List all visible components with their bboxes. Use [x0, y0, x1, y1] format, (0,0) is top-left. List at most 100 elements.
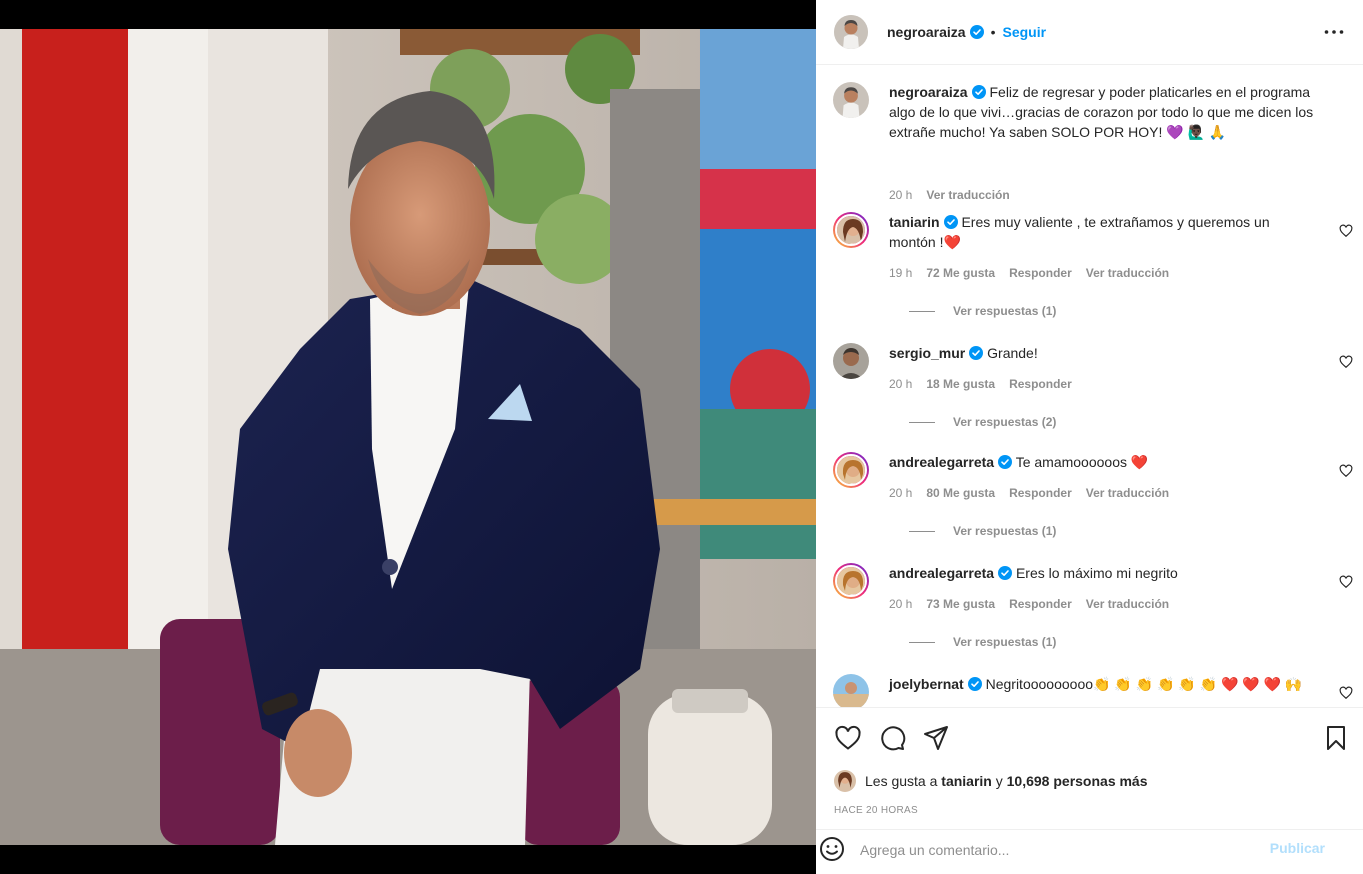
view-replies-label: Ver respuestas (1) — [953, 304, 1057, 318]
post-photo-illustration — [0, 29, 816, 845]
comment-time: 19 h — [889, 266, 913, 280]
comment-item: taniarin Eres muy valiente , te extrañam… — [833, 212, 1353, 322]
like-comment-icon[interactable] — [1339, 464, 1353, 478]
likes-summary[interactable]: Les gusta a taniarin y 10,698 personas m… — [834, 770, 1148, 792]
comment-avatar[interactable] — [833, 674, 869, 707]
comment-text-block: taniarin Eres muy valiente , te extrañam… — [889, 212, 1319, 252]
comments-list[interactable]: negroaraiza Feliz de regresar y poder pl… — [816, 66, 1363, 707]
follow-button[interactable]: Seguir — [1003, 24, 1047, 40]
replies-divider — [909, 310, 935, 312]
separator-dot: • — [990, 24, 996, 40]
verified-badge-icon — [969, 346, 984, 360]
replies-divider — [909, 641, 935, 643]
comment-username[interactable]: taniarin — [889, 214, 940, 230]
caption-username[interactable]: negroaraiza — [889, 84, 968, 100]
view-replies-button[interactable]: Ver respuestas (1) — [909, 635, 1056, 649]
post-side-panel: negroaraiza • Seguir negroaraiza Feliz d… — [816, 0, 1363, 874]
caption-item: negroaraiza Feliz de regresar y poder pl… — [833, 82, 1353, 202]
verified-badge-icon — [967, 677, 982, 691]
likes-others[interactable]: 10,698 personas más — [1007, 773, 1148, 789]
post-timestamp: HACE 20 HORAS — [834, 805, 918, 816]
view-replies-button[interactable]: Ver respuestas (1) — [909, 304, 1056, 318]
comment-avatar[interactable] — [833, 343, 869, 379]
caption-avatar[interactable] — [833, 82, 869, 118]
comment-username[interactable]: andrealegarreta — [889, 565, 994, 581]
comment-translate-link[interactable]: Ver traducción — [1086, 597, 1169, 611]
reply-button[interactable]: Responder — [1009, 377, 1072, 391]
comment-text: Grande! — [987, 345, 1038, 361]
comment-likes[interactable]: 18 Me gusta — [926, 377, 995, 391]
comment-translate-link[interactable]: Ver traducción — [1086, 486, 1169, 500]
reply-button[interactable]: Responder — [1009, 266, 1072, 280]
comment-avatar[interactable] — [833, 452, 869, 488]
caption-translate-link[interactable]: Ver traducción — [926, 188, 1009, 202]
replies-divider — [909, 421, 935, 423]
comment-avatar[interactable] — [833, 563, 869, 599]
comment-bubble-icon[interactable] — [878, 724, 906, 752]
comment-text-block: andrealegarreta Eres lo máximo mi negrit… — [889, 563, 1319, 583]
verified-badge-icon — [969, 25, 984, 39]
view-replies-button[interactable]: Ver respuestas (1) — [909, 524, 1056, 538]
comment-composer: Publicar — [816, 829, 1363, 874]
view-replies-label: Ver respuestas (1) — [953, 635, 1057, 649]
save-bookmark-icon[interactable] — [1322, 724, 1350, 752]
comment-item: sergio_mur Grande! 20 h 18 Me gusta Resp… — [833, 343, 1353, 453]
caption-text-block: negroaraiza Feliz de regresar y poder pl… — [889, 82, 1329, 142]
comment-likes[interactable]: 73 Me gusta — [926, 597, 995, 611]
comment-text: Eres lo máximo mi negrito — [1015, 565, 1178, 581]
like-heart-icon[interactable] — [834, 724, 862, 752]
view-replies-label: Ver respuestas (1) — [953, 524, 1057, 538]
comment-text: Te amamoooooos ❤️ — [1015, 454, 1149, 470]
replies-divider — [909, 530, 935, 532]
more-options-icon[interactable] — [1323, 22, 1345, 42]
like-comment-icon[interactable] — [1339, 686, 1353, 700]
comment-avatar[interactable] — [833, 212, 869, 248]
author-avatar[interactable] — [834, 15, 868, 49]
like-comment-icon[interactable] — [1339, 575, 1353, 589]
comment-input[interactable] — [860, 839, 1250, 861]
post-photo[interactable] — [0, 29, 816, 845]
comment-time: 20 h — [889, 377, 913, 391]
instagram-post-modal: negroaraiza • Seguir negroaraiza Feliz d… — [0, 0, 1363, 874]
comment-translate-link[interactable]: Ver traducción — [1086, 266, 1169, 280]
post-header: negroaraiza • Seguir — [816, 0, 1363, 65]
verified-badge-icon — [998, 455, 1013, 469]
comment-likes[interactable]: 72 Me gusta — [926, 266, 995, 280]
comment-text-block: sergio_mur Grande! — [889, 343, 1319, 363]
like-comment-icon[interactable] — [1339, 355, 1353, 369]
likes-prefix: Les gusta a — [865, 773, 938, 789]
author-username[interactable]: negroaraiza — [887, 24, 966, 40]
comment-username[interactable]: andrealegarreta — [889, 454, 994, 470]
post-actions-section: Les gusta a taniarin y 10,698 personas m… — [816, 707, 1363, 829]
comment-meta: 20 h 18 Me gusta Responder — [889, 377, 1086, 391]
reply-button[interactable]: Responder — [1009, 597, 1072, 611]
caption-time: 20 h — [889, 188, 913, 202]
share-send-icon[interactable] — [922, 724, 950, 752]
comment-username[interactable]: sergio_mur — [889, 345, 965, 361]
likes-and: y — [995, 773, 1003, 789]
comment-item: andrealegarreta Eres lo máximo mi negrit… — [833, 563, 1353, 673]
comment-likes[interactable]: 80 Me gusta — [926, 486, 995, 500]
comment-meta: 20 h 73 Me gusta Responder Ver traducció… — [889, 597, 1183, 611]
caption-meta: 20 h Ver traducción — [889, 188, 1024, 202]
comment-item: andrealegarreta Te amamoooooos ❤️ 20 h 8… — [833, 452, 1353, 562]
verified-badge-icon — [998, 566, 1013, 580]
post-media — [0, 0, 816, 874]
action-bar — [834, 724, 1345, 752]
comment-meta: 19 h 72 Me gusta Responder Ver traducció… — [889, 266, 1183, 280]
reply-button[interactable]: Responder — [1009, 486, 1072, 500]
comment-text: Negritooooooooo👏 👏 👏 👏 👏 👏 ❤️ ❤️ ❤️ 🙌 — [985, 676, 1303, 692]
comment-time: 20 h — [889, 597, 913, 611]
view-replies-button[interactable]: Ver respuestas (2) — [909, 415, 1056, 429]
likes-user[interactable]: taniarin — [941, 773, 992, 789]
emoji-smiley-icon[interactable] — [818, 835, 846, 863]
comment-item: joelybernat Negritooooooooo👏 👏 👏 👏 👏 👏 ❤… — [833, 674, 1353, 707]
comment-text-block: joelybernat Negritooooooooo👏 👏 👏 👏 👏 👏 ❤… — [889, 674, 1329, 694]
like-comment-icon[interactable] — [1339, 224, 1353, 238]
view-replies-label: Ver respuestas (2) — [953, 415, 1057, 429]
publish-button[interactable]: Publicar — [1270, 840, 1325, 856]
verified-badge-icon — [943, 215, 958, 229]
comment-username[interactable]: joelybernat — [889, 676, 964, 692]
comment-text-block: andrealegarreta Te amamoooooos ❤️ — [889, 452, 1319, 472]
liker-avatar — [834, 770, 856, 792]
